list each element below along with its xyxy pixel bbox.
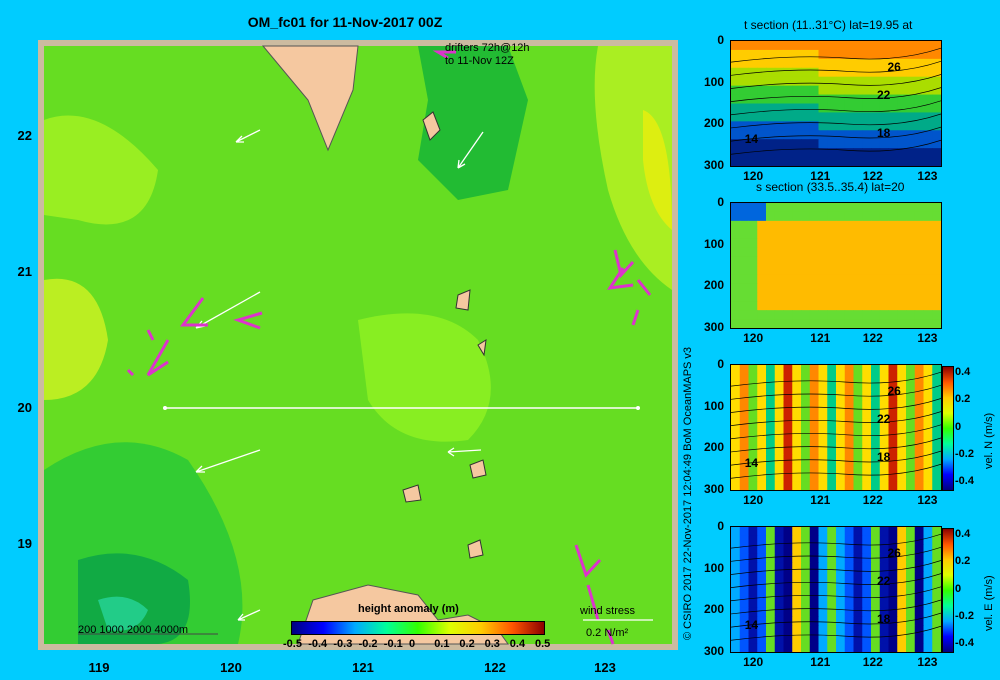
panel-ytick: 200 [703, 602, 724, 617]
colorbar-tick-label: -0.4 [955, 475, 974, 487]
panel-ytick: 100 [703, 560, 724, 575]
panel-ytick: 100 [703, 74, 724, 89]
panel-xtick: 122 [862, 331, 883, 345]
colorbar-tick-label: 0.2 [955, 555, 971, 568]
section-panel-plot [730, 202, 942, 329]
contour-label: 14 [744, 456, 759, 470]
velocity-colorbar [942, 528, 954, 653]
contour-label: 22 [877, 88, 891, 103]
panel-ytick: 0 [717, 519, 724, 533]
colorbar-tick-label: -0.1 [383, 638, 403, 650]
colorbar-tick-label: 0.2 [459, 638, 475, 650]
map-ytick: 21 [17, 264, 32, 279]
panel-ytick: 300 [703, 644, 724, 658]
map-xtick: 119 [88, 660, 110, 675]
panel-xtick: 120 [743, 655, 764, 669]
colorbar-tick-label: 0.4 [955, 366, 971, 378]
colorbar-tick-label: 0 [409, 638, 416, 650]
scale-bar-label: 200 1000 2000 4000m [78, 624, 189, 636]
section-panel-plot [730, 40, 942, 167]
colorbar-tick-label: 0.5 [535, 638, 551, 650]
panel-xtick: 123 [917, 331, 938, 345]
contour-label: 22 [877, 412, 891, 427]
section-panel-title: s section (33.5..35.4) lat=20 [756, 180, 905, 194]
colorbar-tick-label: -0.2 [358, 638, 378, 650]
drifters-line1: drifters 72h@12h [445, 42, 530, 54]
contour-label: 26 [887, 545, 901, 560]
panel-ytick: 200 [703, 278, 724, 293]
panel-ytick: 0 [717, 357, 724, 371]
contour-label: 18 [877, 125, 891, 140]
contour-label: 14 [744, 132, 759, 146]
panel-ytick: 100 [703, 236, 724, 251]
panel-xtick: 122 [862, 655, 883, 669]
wind-stress-label: wind stress [580, 605, 636, 617]
panel-xtick: 120 [743, 331, 764, 345]
colorbar-tick-label: -0.2 [955, 609, 974, 622]
colorbar-tick-label: -0.5 [283, 638, 302, 650]
colorbar-tick-label: -0.2 [955, 447, 974, 460]
panel-ytick: 0 [717, 195, 724, 209]
contour-label: 26 [887, 383, 901, 398]
panel-xtick: 121 [810, 655, 831, 669]
height-colorbar [291, 621, 545, 635]
panel-ytick: 300 [703, 482, 724, 496]
panel-xtick: 120 [743, 493, 764, 507]
section-panel-plot [730, 364, 942, 491]
drifters-line2: to 11-Nov 12Z [445, 55, 514, 67]
panel-ytick: 300 [703, 158, 724, 172]
wind-stress-value: 0.2 N/m² [586, 627, 629, 639]
colorbar-label: vel. E (m/s) [983, 575, 995, 631]
contour-label: 14 [744, 618, 759, 632]
panel-xtick: 123 [917, 655, 938, 669]
colorbar-tick-label: -0.4 [308, 638, 328, 650]
drifters-label: drifters 72h@12h to 11-Nov 12Z [445, 42, 530, 68]
section-panel-plot [730, 526, 942, 653]
map-xtick: 122 [484, 660, 506, 675]
contour-label: 26 [887, 59, 901, 74]
panel-ytick: 300 [703, 320, 724, 334]
map-xtick: 120 [220, 660, 242, 675]
panel-ytick: 200 [703, 440, 724, 455]
panel-xtick: 122 [862, 493, 883, 507]
map-xtick: 121 [352, 660, 374, 675]
colorbar-tick-label: 0.2 [955, 393, 971, 406]
map-ytick: 20 [17, 400, 32, 415]
copyright-text: © CSIRO 2017 22-Nov-2017 12:04:49 BoM Oc… [682, 346, 694, 640]
colorbar-tick-label: 0.3 [484, 638, 500, 650]
colorbar-tick-label: 0 [955, 582, 962, 595]
panel-xtick: 121 [810, 493, 831, 507]
chart-title: OM_fc01 for 11-Nov-2017 00Z [247, 14, 443, 30]
panel-ytick: 200 [703, 116, 724, 131]
colorbar-tick-label: 0.4 [509, 638, 526, 650]
colorbar-tick-label: 0.4 [955, 528, 971, 540]
colorbar-tick-label: 0.1 [434, 638, 450, 650]
map-ytick: 22 [17, 128, 32, 143]
colorbar-title: height anomaly (m) [358, 603, 459, 615]
map-ytick: 19 [17, 536, 32, 551]
colorbar-ticks: -0.5 -0.4 -0.3 -0.2 -0.1 0 0.1 0.2 0.3 0.4 0.5 [278, 638, 556, 652]
panel-xtick: 121 [810, 331, 831, 345]
colorbar-label: vel. N (m/s) [983, 412, 995, 469]
panel-ytick: 0 [717, 33, 724, 47]
colorbar-tick-label: -0.4 [955, 637, 974, 649]
height-anomaly-map [38, 40, 678, 650]
section-panel-title: t section (11..31°C) lat=19.95 at [744, 18, 913, 32]
velocity-colorbar [942, 366, 954, 491]
contour-label: 18 [877, 611, 891, 626]
contour-label: 18 [877, 449, 891, 464]
colorbar-tick-label: 0 [955, 420, 962, 433]
contour-label: 22 [877, 574, 891, 589]
map-xtick: 123 [594, 660, 616, 675]
panel-ytick: 100 [703, 398, 724, 413]
colorbar-tick-label: -0.3 [333, 638, 353, 650]
panel-xtick: 123 [917, 493, 938, 507]
panel-xtick: 123 [917, 169, 938, 183]
